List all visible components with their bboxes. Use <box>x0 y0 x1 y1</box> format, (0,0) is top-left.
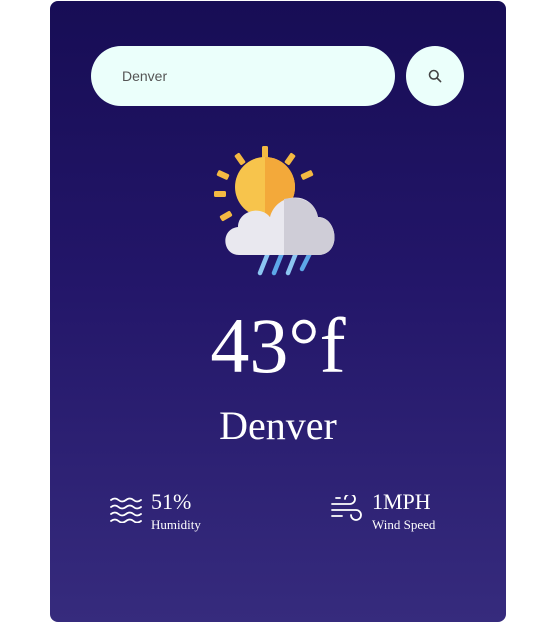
humidity-label: Humidity <box>151 517 201 532</box>
search-bar <box>91 46 465 108</box>
wind-text: 1MPH Wind Speed <box>372 489 435 533</box>
search-icon <box>428 69 442 83</box>
weather-details: 51% Humidity 1MPH Wind Speed <box>50 489 506 545</box>
temperature: 43°f <box>210 302 346 389</box>
wind-detail: 1MPH Wind Speed <box>330 489 435 545</box>
wind-label: Wind Speed <box>372 517 436 532</box>
search-button[interactable] <box>406 46 464 106</box>
wind-value: 1MPH <box>372 489 431 514</box>
humidity-waves-icon <box>110 497 142 523</box>
weather-card: 43°f Denver 51% Humidity <box>50 1 506 622</box>
humidity-text: 51% Humidity <box>151 489 201 533</box>
humidity-value: 51% <box>151 489 192 514</box>
sun-cloud-rain-icon <box>214 146 335 276</box>
city-name: Denver <box>219 403 337 448</box>
humidity-detail: 51% Humidity <box>109 489 201 545</box>
search-input[interactable] <box>91 46 395 106</box>
wind-icon <box>331 495 362 521</box>
